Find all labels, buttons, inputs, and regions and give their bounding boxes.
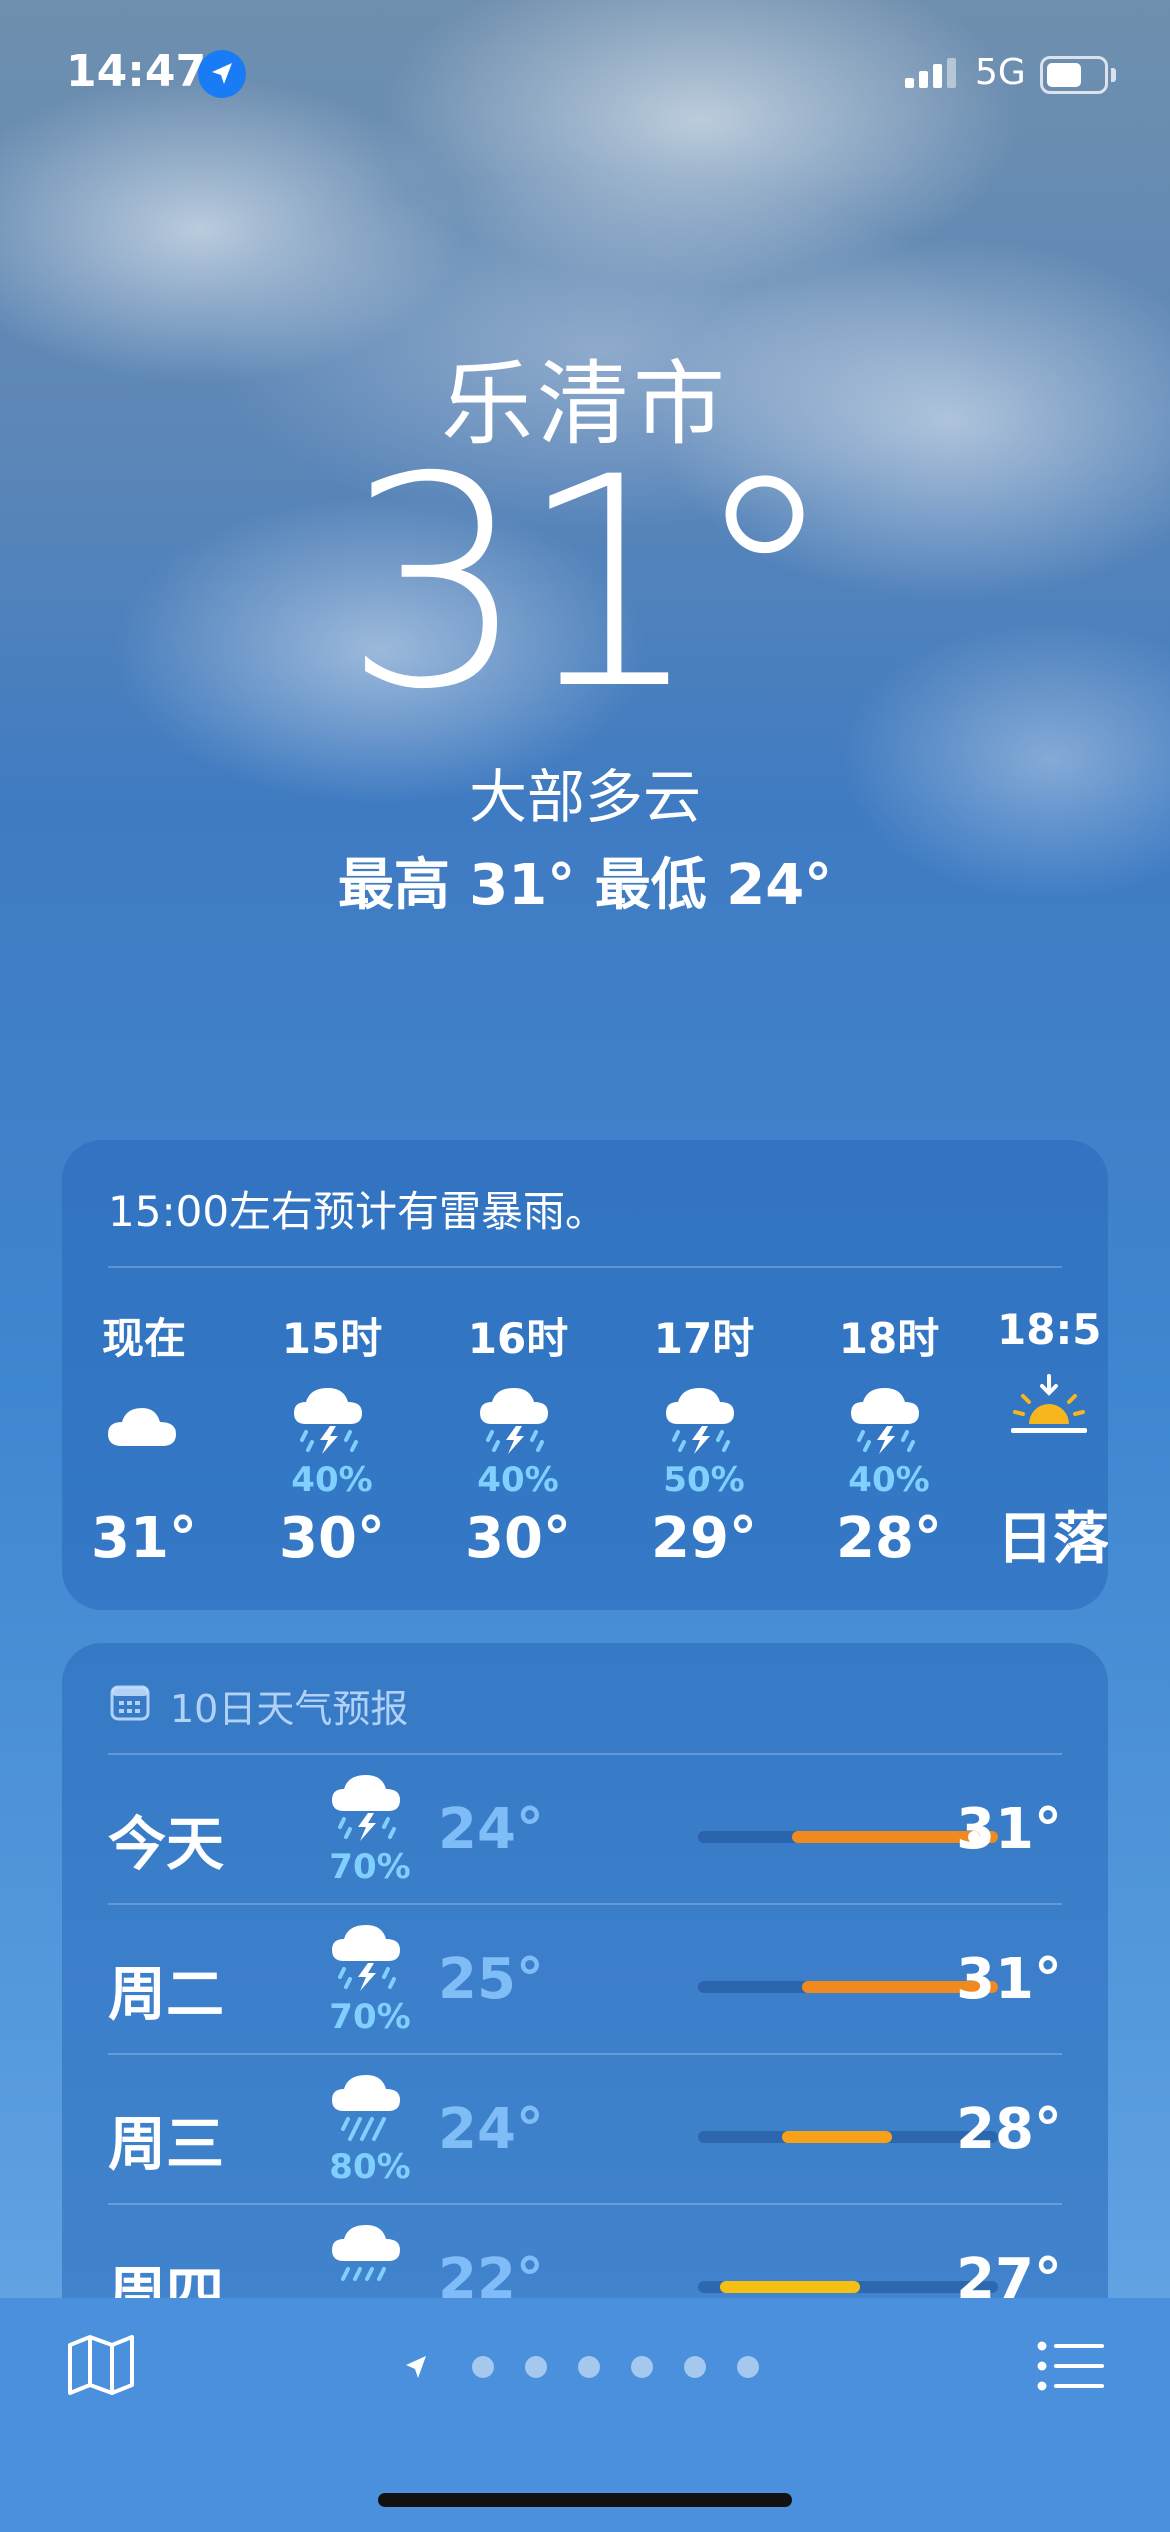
temperature-range-bar [698, 2281, 998, 2293]
rain-icon [330, 2071, 420, 2141]
signal-icon [905, 58, 956, 88]
network-type: 5G [975, 52, 1026, 93]
precip-chance: 70% [329, 1997, 411, 2037]
precip-chance [69, 1460, 219, 1500]
hour-label: 17时 [653, 1314, 755, 1363]
location-arrow-icon [406, 2356, 426, 2378]
hour-item: 18时 40% 28° [814, 1305, 964, 1571]
precip-chance: 80% [329, 2147, 411, 2187]
thunderstorm-icon [257, 1380, 407, 1460]
current-temperature: 31° [342, 416, 837, 753]
forecast-title: 10日天气预报 [170, 1687, 409, 1731]
hour-label: 15时 [281, 1314, 383, 1363]
rain-icon [330, 2221, 420, 2291]
hourly-summary: 15:00左右预计有雷暴雨。 [108, 1187, 608, 1236]
low-temp: 24° [438, 1797, 544, 1862]
hour-temp: 日落 [997, 1507, 1108, 1572]
hour-temp: 30° [279, 1506, 385, 1571]
hour-item: 16时 40% 30° [443, 1305, 593, 1571]
cloud-icon [69, 1380, 219, 1460]
location-arrow-icon [198, 50, 246, 98]
thunderstorm-icon [814, 1380, 964, 1460]
status-bar: 14:47 5G [0, 0, 1170, 150]
high-temp: 31° [956, 1797, 1062, 1862]
forecast-row[interactable]: 今天 70% 24° 31° [108, 1753, 1062, 1903]
precip-chance [997, 1448, 1108, 1488]
high-temp: 31° [956, 1947, 1062, 2012]
hour-label: 现在 [101, 1314, 186, 1363]
calendar-icon [110, 1685, 150, 1721]
page-indicator[interactable] [400, 2350, 770, 2390]
battery-icon [1040, 56, 1116, 94]
thunderstorm-icon [443, 1380, 593, 1460]
thunderstorm-icon [330, 1771, 420, 1841]
thunderstorm-icon [330, 1921, 420, 1991]
precip-chance: 40% [848, 1460, 930, 1500]
hour-item: 17时 50% 29° [629, 1305, 779, 1571]
forecast-day: 周二 [108, 1960, 225, 2028]
current-condition: 大部多云 [468, 763, 701, 831]
temperature-range-bar [698, 1981, 998, 1993]
hour-temp: 28° [836, 1506, 942, 1571]
precip-chance: 40% [477, 1460, 559, 1500]
hour-item: 15时 40% 30° [257, 1305, 407, 1571]
low-temp: 25° [438, 1947, 544, 2012]
hour-temp: 29° [651, 1506, 757, 1571]
precip-chance: 70% [329, 1847, 411, 1887]
forecast-row[interactable]: 周三 80% 24° 28° [108, 2053, 1062, 2203]
list-icon[interactable] [1036, 2340, 1106, 2392]
temperature-range-bar [698, 2131, 998, 2143]
hour-temp: 31° [91, 1506, 197, 1571]
high-low-temperature: 最高 31° 最低 24° [337, 853, 833, 918]
divider [108, 1266, 1062, 1268]
forecast-row[interactable]: 周二 70% 25° 31° [108, 1903, 1062, 2053]
hour-label: 18:5 [997, 1305, 1102, 1354]
sunset-icon [997, 1368, 1108, 1448]
hour-label: 16时 [467, 1314, 569, 1363]
precip-chance: 50% [663, 1460, 745, 1500]
hour-label: 18时 [838, 1314, 940, 1363]
temperature-range-bar [698, 1831, 998, 1843]
status-time: 14:47 [66, 46, 207, 97]
precip-chance: 40% [291, 1460, 373, 1500]
low-temp: 24° [438, 2097, 544, 2162]
forecast-day: 今天 [108, 1810, 225, 1878]
thunderstorm-icon [629, 1380, 779, 1460]
forecast-day: 周三 [108, 2110, 225, 2178]
hour-temp: 30° [465, 1506, 571, 1571]
map-icon[interactable] [66, 2333, 136, 2397]
hourly-forecast-card[interactable]: 15:00左右预计有雷暴雨。 现在 31° 15时 40% 30° 16时 40… [62, 1140, 1108, 1610]
hour-item: 18:5 日落 [997, 1305, 1108, 1575]
high-temp: 28° [956, 2097, 1062, 2162]
hour-item: 现在 31° [69, 1305, 219, 1571]
home-indicator[interactable] [378, 2493, 792, 2507]
